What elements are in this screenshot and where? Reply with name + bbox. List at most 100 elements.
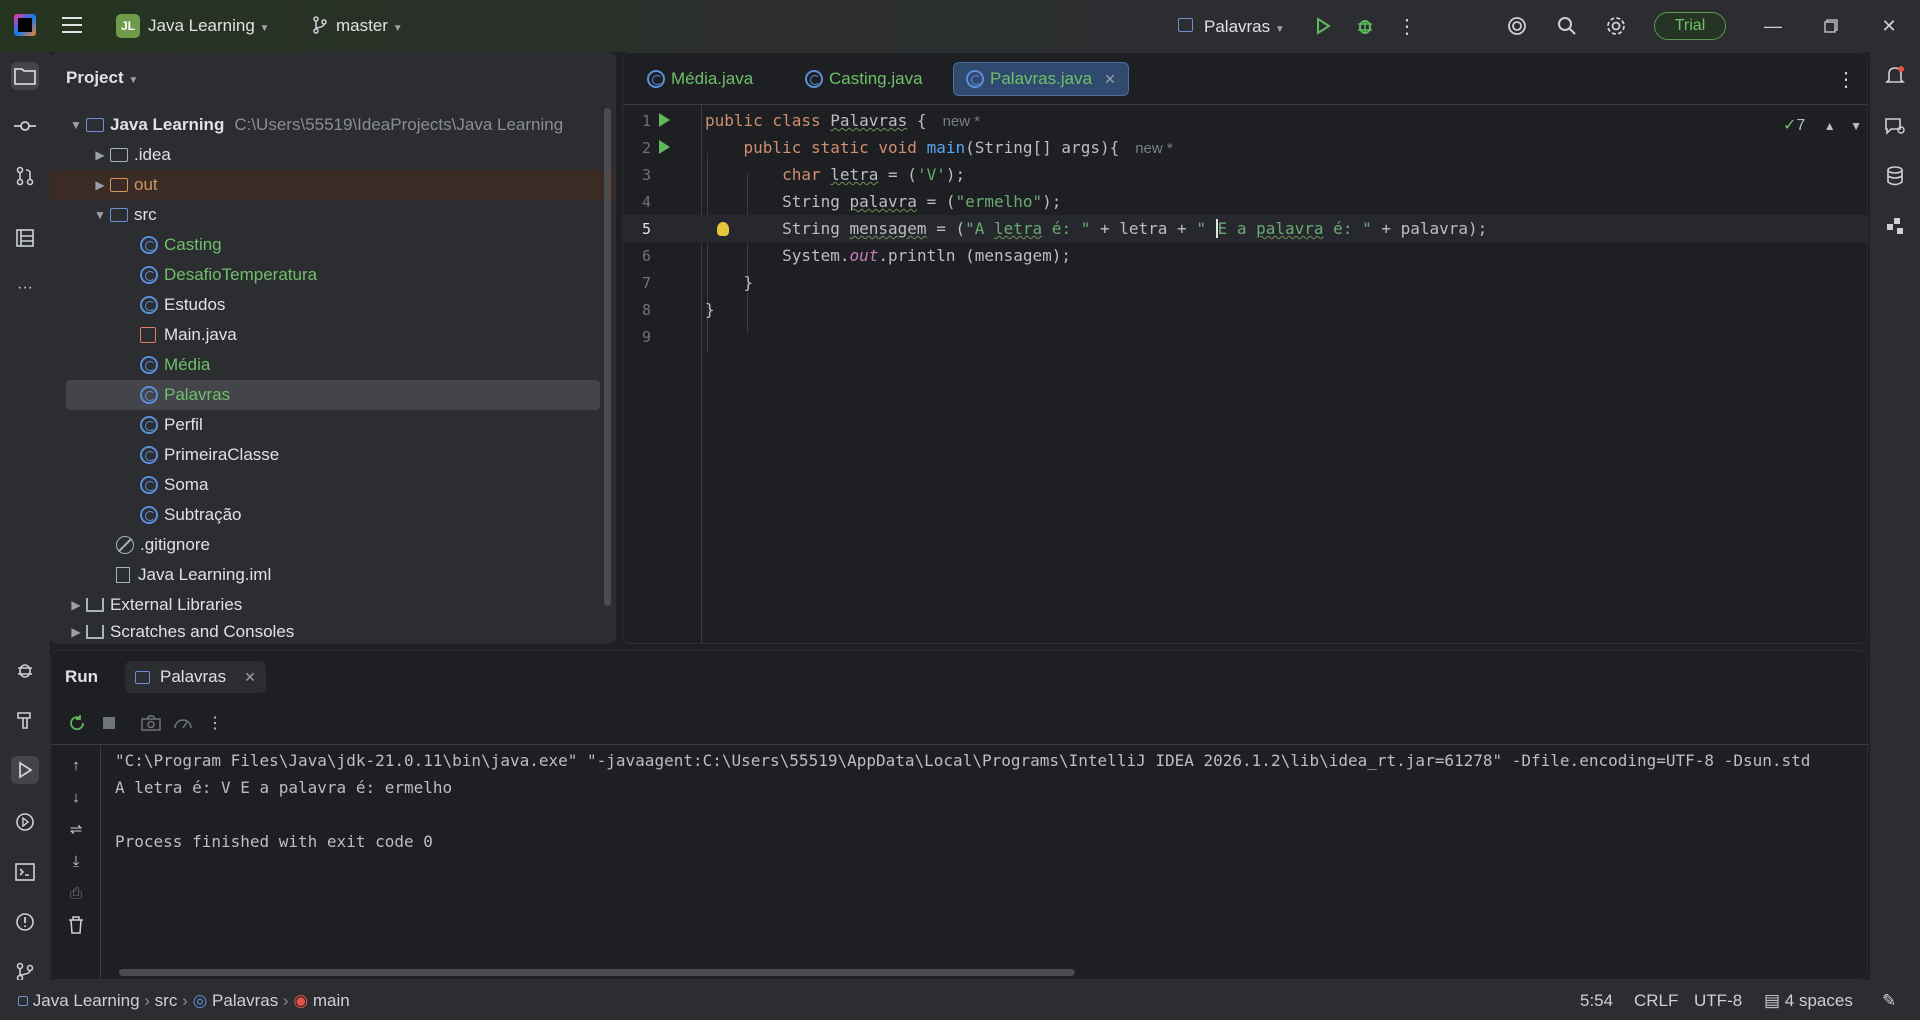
- console-horizontal-scrollbar[interactable]: [119, 969, 1075, 976]
- tree-item-iml[interactable]: Java Learning.iml: [66, 560, 600, 590]
- java-class-icon: [140, 356, 158, 374]
- clear-trash-icon[interactable]: [64, 913, 88, 937]
- more-options-icon[interactable]: ⋮: [203, 711, 227, 735]
- run-button[interactable]: [1310, 13, 1336, 39]
- run-config-selector[interactable]: Palavras ▼: [1204, 17, 1285, 37]
- code-line[interactable]: 8 }: [623, 296, 1867, 323]
- tree-item-desafio[interactable]: DesafioTemperatura: [66, 260, 600, 290]
- plugin-icon[interactable]: [1881, 212, 1909, 240]
- code-line[interactable]: 9: [623, 323, 1867, 350]
- line-separator[interactable]: CRLF: [1634, 991, 1678, 1011]
- project-badge[interactable]: JL: [116, 14, 140, 38]
- tree-label: Java Learning.iml: [138, 565, 272, 584]
- tab-options-icon[interactable]: ⋮: [1833, 66, 1859, 92]
- edit-lock-icon[interactable]: ✎: [1882, 991, 1896, 1011]
- tree-item-media[interactable]: Média: [66, 350, 600, 380]
- ai-assistant-icon[interactable]: [1504, 13, 1530, 39]
- tree-item-main[interactable]: Main.java: [66, 320, 600, 350]
- tree-item-subtracao[interactable]: Subtração: [66, 500, 600, 530]
- database-icon[interactable]: [1881, 162, 1909, 190]
- scroll-down-icon[interactable]: ↓: [64, 785, 88, 809]
- code-editor[interactable]: Média.java Casting.java Palavras.java ✕ …: [622, 52, 1868, 644]
- notifications-icon[interactable]: [1881, 62, 1909, 90]
- tree-item-gitignore[interactable]: .gitignore: [66, 530, 600, 560]
- breadcrumb-item[interactable]: main: [313, 991, 350, 1010]
- search-icon[interactable]: [1554, 13, 1580, 39]
- file-encoding[interactable]: UTF-8: [1694, 991, 1742, 1011]
- scroll-to-end-icon[interactable]: ⤓: [64, 849, 88, 873]
- debug-button[interactable]: [1352, 13, 1378, 39]
- run-tab-palavras[interactable]: Palavras ✕: [125, 661, 266, 693]
- minimize-icon[interactable]: —: [1760, 13, 1786, 39]
- more-actions-icon[interactable]: ⋮: [1394, 13, 1420, 39]
- code-line[interactable]: 4 String palavra = ("ermelho");: [623, 188, 1867, 215]
- intellij-logo-icon[interactable]: [14, 14, 36, 36]
- close-window-icon[interactable]: ✕: [1876, 13, 1902, 39]
- caret-position[interactable]: 5:54: [1580, 991, 1613, 1011]
- stop-icon[interactable]: [97, 711, 121, 735]
- profiler-icon[interactable]: [171, 711, 195, 735]
- project-switcher[interactable]: Java Learning ▼: [148, 16, 269, 36]
- close-tab-icon[interactable]: ✕: [1104, 71, 1116, 88]
- tree-item-casting[interactable]: Casting: [66, 230, 600, 260]
- tree-item-primeira[interactable]: PrimeiraClasse: [66, 440, 600, 470]
- code-line[interactable]: 7 }: [623, 269, 1867, 296]
- tab-casting-java[interactable]: Casting.java: [793, 62, 935, 96]
- chevron-right-icon[interactable]: ▶: [66, 598, 86, 612]
- trial-badge[interactable]: Trial: [1654, 12, 1726, 40]
- run-tool-icon[interactable]: [11, 756, 39, 784]
- tree-item-scratches[interactable]: ▶ Scratches and Consoles: [66, 620, 600, 644]
- scroll-up-icon[interactable]: ↑: [64, 753, 88, 777]
- breadcrumb-item[interactable]: Palavras: [212, 991, 278, 1010]
- restore-icon[interactable]: [1818, 13, 1844, 39]
- camera-icon[interactable]: [139, 711, 163, 735]
- chevron-right-icon[interactable]: ▶: [90, 148, 110, 162]
- pull-requests-icon[interactable]: [11, 162, 39, 190]
- debug-tool-icon[interactable]: [11, 656, 39, 684]
- code-line[interactable]: 3 char letra = ('V');: [623, 161, 1867, 188]
- breadcrumb-item[interactable]: src: [155, 991, 178, 1010]
- settings-gear-icon[interactable]: [1603, 13, 1629, 39]
- code-line[interactable]: 2 public static void main(String[] args)…: [623, 134, 1867, 161]
- close-tab-icon[interactable]: ✕: [244, 669, 256, 686]
- branch-icon[interactable]: [310, 15, 330, 35]
- build-tool-icon[interactable]: [11, 706, 39, 734]
- chevron-down-icon[interactable]: ▼: [90, 208, 110, 222]
- tree-item-perfil[interactable]: Perfil: [66, 410, 600, 440]
- tab-palavras-java[interactable]: Palavras.java ✕: [953, 62, 1129, 96]
- tree-item-estudos[interactable]: Estudos: [66, 290, 600, 320]
- print-icon[interactable]: ⎙: [64, 881, 88, 905]
- indent-setting[interactable]: ▤ 4 spaces: [1764, 991, 1853, 1011]
- soft-wrap-icon[interactable]: ⇌: [64, 817, 88, 841]
- breadcrumb-item[interactable]: Java Learning: [33, 991, 140, 1010]
- tree-item-src[interactable]: ▼ src: [66, 200, 600, 230]
- tree-item-soma[interactable]: Soma: [66, 470, 600, 500]
- more-tools-icon[interactable]: ···: [11, 274, 39, 302]
- main-menu-icon[interactable]: [62, 17, 82, 33]
- code-line[interactable]: 1 public class Palavras {new *: [623, 107, 1867, 134]
- code-line-current[interactable]: 5 String mensagem = ("A letra é: " + let…: [623, 215, 1867, 242]
- tree-item-idea[interactable]: ▶ .idea: [66, 140, 600, 170]
- project-tool-icon[interactable]: [11, 62, 39, 90]
- terminal-tool-icon[interactable]: [11, 858, 39, 886]
- tab-media-java[interactable]: Média.java: [635, 62, 765, 96]
- branch-switcher[interactable]: master ▼: [336, 16, 403, 36]
- project-scrollbar[interactable]: [604, 108, 611, 606]
- rerun-icon[interactable]: [65, 711, 89, 735]
- tree-item-external-libraries[interactable]: ▶ External Libraries: [66, 590, 600, 620]
- code-line[interactable]: 6 System.out.println (mensagem);: [623, 242, 1867, 269]
- problems-tool-icon[interactable]: [11, 908, 39, 936]
- ai-chat-icon[interactable]: [1881, 112, 1909, 140]
- commit-tool-icon[interactable]: [11, 112, 39, 140]
- run-gutter-icon[interactable]: [659, 140, 670, 154]
- structure-tool-icon[interactable]: [11, 224, 39, 252]
- chevron-down-icon[interactable]: ▼: [66, 118, 86, 132]
- tree-item-palavras[interactable]: Palavras: [66, 380, 600, 410]
- tree-item-out[interactable]: ▶ out: [50, 170, 616, 200]
- chevron-right-icon[interactable]: ▶: [66, 625, 86, 639]
- run-gutter-icon[interactable]: [659, 113, 670, 127]
- chevron-right-icon[interactable]: ▶: [90, 178, 110, 192]
- project-panel-title[interactable]: Project ▼: [66, 68, 138, 88]
- services-tool-icon[interactable]: [11, 808, 39, 836]
- tree-root[interactable]: ▼ Java Learning C:\Users\55519\IdeaProje…: [66, 110, 600, 140]
